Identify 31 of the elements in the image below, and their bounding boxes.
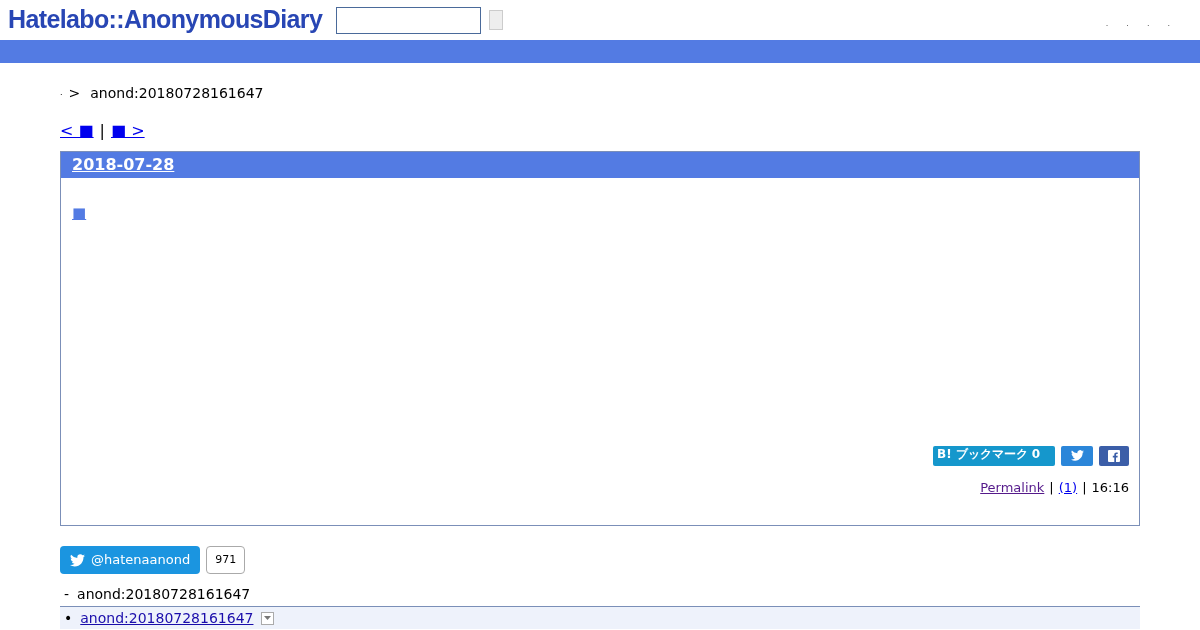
next-link[interactable]: ■ > (111, 119, 145, 143)
tree-bullet: • (64, 608, 73, 628)
breadcrumb-link[interactable]: . (60, 87, 63, 99)
pager-separator: | (99, 120, 105, 142)
tree-link[interactable]: anond:20180728161647 (80, 607, 254, 629)
breadcrumb-separator: > (68, 83, 81, 103)
entry-time: 16:16 (1091, 478, 1129, 497)
share-button[interactable] (1099, 445, 1129, 466)
date-link[interactable]: 2018-07-28 (72, 153, 175, 177)
search-field[interactable] (336, 6, 482, 34)
caret-icon (264, 616, 272, 620)
bird-icon (70, 553, 85, 567)
prev-link[interactable]: < ■ (60, 119, 94, 143)
header-link[interactable]: . (1146, 18, 1150, 30)
header-link[interactable]: . (1126, 18, 1129, 30)
f-logo-icon (1108, 449, 1120, 462)
tree-root: anond:20180728161647 (77, 585, 251, 604)
header-link[interactable]: . (1167, 18, 1170, 30)
entry-title-link[interactable]: ■ (72, 204, 87, 222)
follower-count: 971 (206, 546, 246, 574)
footer-separator: | (1082, 478, 1087, 497)
site-logo[interactable]: Hatelabo::AnonymousDiary (8, 1, 323, 39)
dropdown-button[interactable] (261, 611, 275, 625)
tweet-button[interactable] (1061, 445, 1093, 466)
header-link[interactable]: . (1105, 18, 1109, 30)
footer-separator: | (1049, 478, 1054, 497)
permalink-link[interactable]: Permalink (980, 477, 1045, 497)
comments-link[interactable]: (1) (1058, 477, 1078, 497)
breadcrumb-current: anond:20180728161647 (90, 83, 264, 103)
tree-marker: - (64, 585, 70, 604)
bird-icon (1070, 450, 1084, 461)
